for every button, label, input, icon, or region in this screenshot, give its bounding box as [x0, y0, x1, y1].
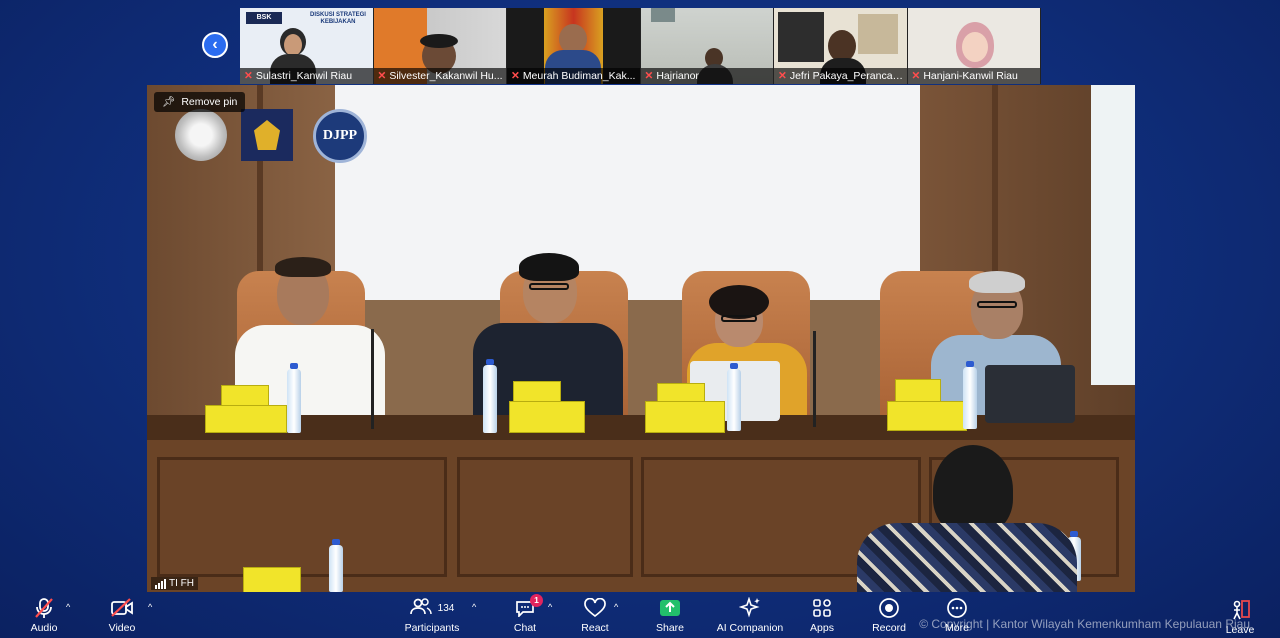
participant-filmstrip: BSK DISKUSI STRATEGI KEBIJAKAN ✕ Sulastri…	[240, 8, 1041, 84]
mic-muted-icon	[34, 596, 54, 620]
sparkle-icon	[739, 596, 761, 620]
mic-muted-icon: ✕	[511, 70, 520, 82]
remove-pin-button[interactable]: 📌︎ Remove pin	[154, 92, 246, 112]
participant-name: ✕ Silvester_Kakanwil Hu...	[373, 68, 506, 84]
chat-icon: 1	[515, 594, 543, 620]
audio-button[interactable]: Audio	[22, 596, 66, 638]
chevron-left-icon: ‹	[212, 36, 218, 53]
participants-count: 134	[437, 602, 455, 614]
participant-tile[interactable]: ✕ Hajrianor	[640, 8, 774, 84]
copyright-watermark: © Copyright | Kantor Wilayah Kemenkumham…	[919, 617, 1250, 631]
speaker-label: TI FH	[151, 577, 198, 590]
djpp-logo: DJPP	[313, 109, 367, 163]
signal-strength-icon	[155, 578, 166, 589]
participant-name: ✕ Hanjani-Kanwil Riau	[907, 68, 1040, 84]
banner-logo: BSK	[246, 12, 282, 24]
participant-name: ✕ Meurah Budiman_Kak...	[507, 68, 640, 84]
react-button[interactable]: React	[576, 596, 614, 638]
participant-tile[interactable]: ✕ Silvester_Kakanwil Hu...	[373, 8, 507, 84]
filmstrip-prev-button[interactable]: ‹	[202, 32, 228, 58]
audio-options-caret[interactable]: ^	[66, 602, 70, 612]
video-options-caret[interactable]: ^	[148, 602, 152, 612]
participant-name: ✕ Sulastri_Kanwil Riau	[240, 68, 373, 84]
participant-tile[interactable]: BSK DISKUSI STRATEGI KEBIJAKAN ✕ Sulastri…	[240, 8, 374, 84]
react-options-caret[interactable]: ^	[614, 602, 618, 612]
laptop	[985, 365, 1075, 423]
apps-icon	[812, 596, 832, 620]
participants-icon	[409, 597, 432, 620]
projection-screen	[335, 85, 920, 300]
chat-button[interactable]: 1 Chat	[506, 594, 544, 638]
share-button[interactable]: Share	[650, 596, 690, 638]
mic-muted-icon: ✕	[244, 70, 253, 82]
apps-button[interactable]: Apps	[804, 596, 840, 638]
mic-muted-icon: ✕	[377, 70, 387, 82]
participant-name: ✕ Jefri Pakaya_Perancan...	[774, 68, 907, 84]
participants-button[interactable]: 134 Participants	[400, 596, 464, 638]
video-button[interactable]: Video	[100, 596, 144, 638]
camera-off-icon	[110, 596, 134, 620]
share-screen-icon	[659, 596, 681, 620]
chat-unread-badge: 1	[530, 594, 543, 607]
kemenkumham-logo	[241, 109, 293, 161]
heart-icon	[584, 596, 606, 620]
pinned-video[interactable]: DJPP 📌︎ Remove pin TI FH	[147, 85, 1135, 592]
participant-tile[interactable]: ✕ Hanjani-Kanwil Riau	[907, 8, 1041, 84]
emblem-logo	[175, 109, 227, 161]
mic-muted-icon: ✕	[778, 70, 787, 82]
chat-options-caret[interactable]: ^	[548, 602, 552, 612]
record-button[interactable]: Record	[868, 596, 910, 638]
mic-muted-icon: ✕	[644, 70, 654, 82]
participants-options-caret[interactable]: ^	[472, 602, 476, 612]
record-icon	[878, 596, 900, 620]
banner-title: DISKUSI STRATEGI KEBIJAKAN	[310, 12, 366, 25]
ai-companion-button[interactable]: AI Companion	[716, 596, 784, 638]
pin-icon: 📌︎	[162, 96, 176, 108]
participant-tile[interactable]: ✕ Jefri Pakaya_Perancan...	[774, 8, 908, 84]
mic-muted-icon: ✕	[911, 70, 921, 82]
participant-tile[interactable]: ✕ Meurah Budiman_Kak...	[507, 8, 641, 84]
participant-name: ✕ Hajrianor	[640, 68, 773, 84]
